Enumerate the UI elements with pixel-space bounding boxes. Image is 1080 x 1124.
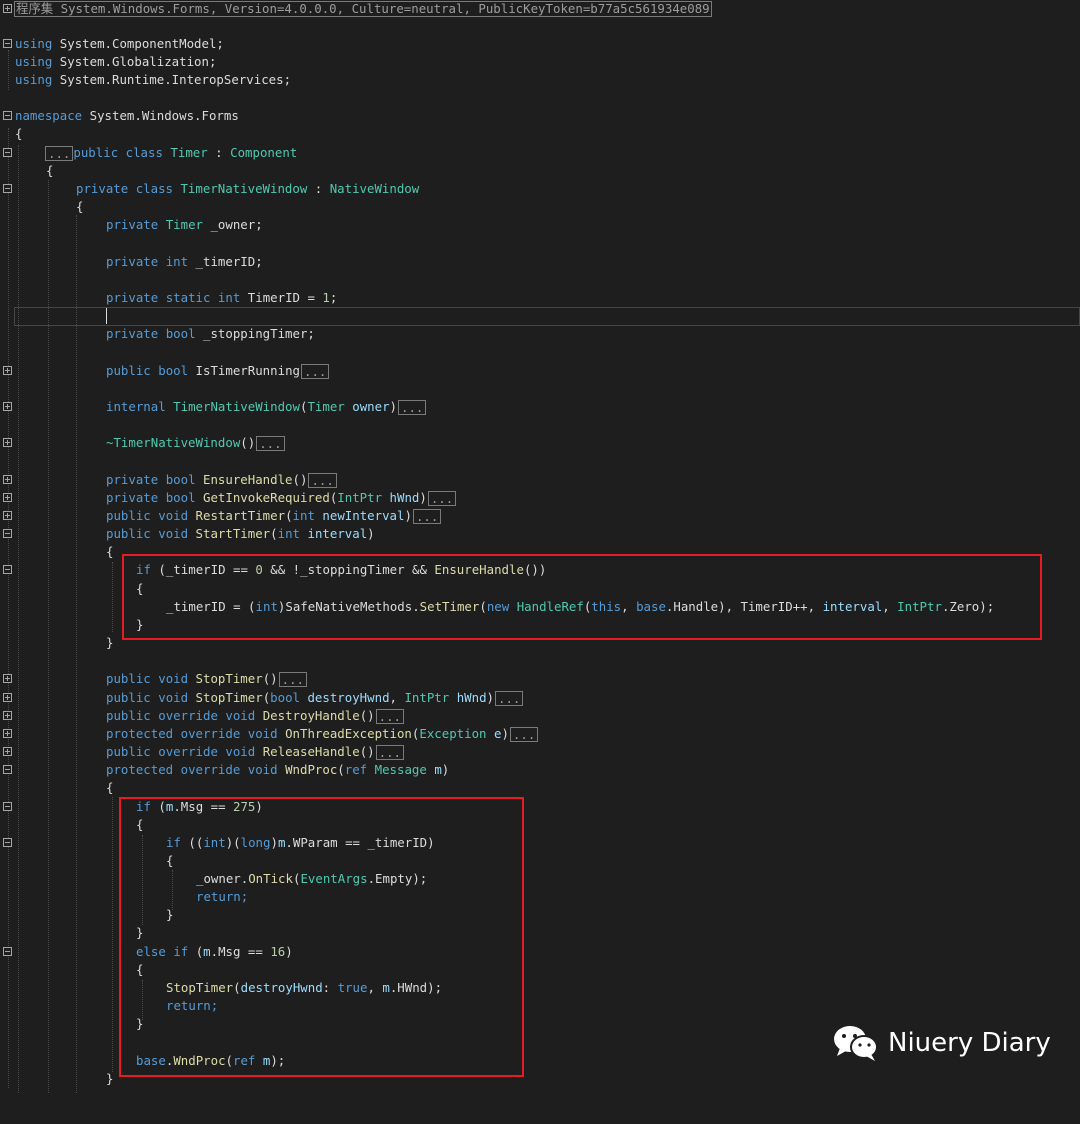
- expand-toggle-icon[interactable]: [3, 729, 12, 738]
- current-line-highlight: [14, 307, 1080, 326]
- code-line: public void StopTimer(bool destroyHwnd, …: [0, 689, 1080, 707]
- expand-toggle-icon[interactable]: [3, 711, 12, 720]
- collapse-toggle-icon[interactable]: [3, 565, 12, 574]
- expand-toggle-icon[interactable]: [3, 402, 12, 411]
- collapsed-region[interactable]: ...: [375, 709, 404, 724]
- collapse-toggle-icon[interactable]: [3, 838, 12, 847]
- collapse-toggle-icon[interactable]: [3, 111, 12, 120]
- expand-toggle-icon[interactable]: [3, 438, 12, 447]
- collapse-toggle-icon[interactable]: [3, 148, 12, 157]
- collapse-toggle-icon[interactable]: [3, 802, 12, 811]
- code-line: {: [76, 199, 84, 214]
- code-line: using System.ComponentModel;: [0, 35, 1080, 53]
- highlight-box: [119, 797, 524, 1077]
- code-line: private bool EnsureHandle()...: [0, 471, 1080, 489]
- code-line: protected override void OnThreadExceptio…: [0, 725, 1080, 743]
- code-line: ... public class Timer : Component: [0, 144, 1080, 162]
- watermark: Niuery Diary: [832, 1022, 1051, 1064]
- code-line: private class TimerNativeWindow : Native…: [0, 180, 1080, 198]
- code-line: internal TimerNativeWindow(Timer owner).…: [0, 398, 1080, 416]
- code-line: private int _timerID;: [106, 254, 263, 269]
- collapsed-region[interactable]: ...: [375, 745, 404, 760]
- watermark-text: Niuery Diary: [888, 1028, 1051, 1058]
- collapsed-region[interactable]: ...: [509, 727, 539, 742]
- code-line: namespace System.Windows.Forms: [0, 107, 1080, 125]
- expand-toggle-icon[interactable]: [3, 511, 12, 520]
- expand-toggle-icon[interactable]: [3, 747, 12, 756]
- collapse-toggle-icon[interactable]: [3, 529, 12, 538]
- collapsed-region[interactable]: ...: [256, 436, 285, 451]
- code-line: protected override void WndProc(ref Mess…: [0, 761, 1080, 779]
- collapsed-region[interactable]: ...: [45, 146, 74, 161]
- collapsed-region[interactable]: ...: [427, 491, 457, 506]
- code-line: 程序集 System.Windows.Forms, Version=4.0.0.…: [0, 0, 1080, 18]
- code-line: public void RestartTimer(int newInterval…: [0, 507, 1080, 525]
- collapse-toggle-icon[interactable]: [3, 39, 12, 48]
- highlight-box: [122, 554, 1042, 640]
- code-line: {: [46, 163, 54, 178]
- code-line: public void StopTimer()...: [0, 670, 1080, 688]
- expand-toggle-icon[interactable]: [3, 693, 12, 702]
- code-line: private Timer _owner;: [106, 217, 263, 232]
- collapsed-region[interactable]: ...: [495, 691, 524, 706]
- text-caret: [106, 308, 107, 324]
- collapsed-region[interactable]: ...: [300, 364, 330, 379]
- code-line: public override void DestroyHandle()...: [0, 707, 1080, 725]
- code-line: public void StartTimer(int interval): [0, 525, 1080, 543]
- expand-toggle-icon[interactable]: [3, 475, 12, 484]
- expand-toggle-icon[interactable]: [3, 4, 12, 13]
- collapsed-region[interactable]: ...: [308, 473, 337, 488]
- code-line: public override void ReleaseHandle()...: [0, 743, 1080, 761]
- collapsed-region[interactable]: ...: [412, 509, 442, 524]
- code-line: ~TimerNativeWindow()...: [0, 434, 1080, 452]
- code-line: public bool IsTimerRunning...: [0, 362, 1080, 380]
- collapse-toggle-icon[interactable]: [3, 947, 12, 956]
- expand-toggle-icon[interactable]: [3, 366, 12, 375]
- expand-toggle-icon[interactable]: [3, 493, 12, 502]
- collapse-toggle-icon[interactable]: [3, 765, 12, 774]
- code-line: private bool _stoppingTimer;: [106, 326, 315, 341]
- code-line: private bool GetInvokeRequired(IntPtr hW…: [0, 489, 1080, 507]
- code-line: using System.Globalization;: [15, 54, 217, 69]
- code-editor[interactable]: 程序集 System.Windows.Forms, Version=4.0.0.…: [0, 0, 1080, 1093]
- code-line: {: [15, 126, 23, 141]
- code-line: private static int TimerID = 1;: [106, 290, 338, 305]
- collapsed-region[interactable]: ...: [398, 400, 427, 415]
- assembly-header[interactable]: 程序集 System.Windows.Forms, Version=4.0.0.…: [14, 1, 712, 17]
- code-line: using System.Runtime.InteropServices;: [15, 72, 292, 87]
- wechat-icon: [834, 1026, 878, 1061]
- collapse-toggle-icon[interactable]: [3, 184, 12, 193]
- expand-toggle-icon[interactable]: [3, 674, 12, 683]
- code-line: {: [106, 780, 114, 795]
- collapsed-region[interactable]: ...: [278, 672, 307, 687]
